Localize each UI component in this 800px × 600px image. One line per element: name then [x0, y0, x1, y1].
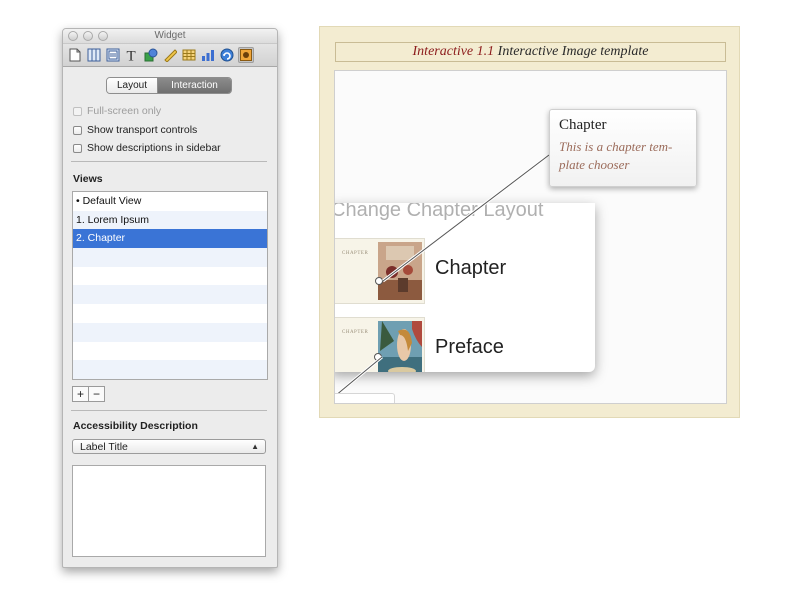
tab-layout[interactable]: Layout [107, 78, 158, 93]
ruler-icon[interactable] [162, 47, 178, 63]
add-remove-control: + − [72, 386, 105, 402]
transport-controls-checkbox[interactable]: Show transport controls [73, 124, 197, 136]
empty-row [73, 342, 267, 361]
callout-title: Chapter [559, 117, 607, 133]
graphic-icon[interactable] [143, 47, 159, 63]
metrics-icon[interactable] [105, 47, 121, 63]
table-icon[interactable] [181, 47, 197, 63]
checkbox-box[interactable] [73, 106, 82, 116]
empty-row [73, 248, 267, 267]
fullscreen-label: Full-screen only [87, 105, 162, 117]
accessibility-popup-value: Label Title [80, 440, 128, 453]
transport-controls-label: Show transport controls [87, 124, 198, 136]
list-item[interactable]: • Default View [73, 192, 267, 211]
accessibility-popup[interactable]: Label Title ▲ [72, 439, 266, 454]
chart-icon[interactable] [200, 47, 216, 63]
columns-icon[interactable] [86, 47, 102, 63]
empty-row [73, 285, 267, 305]
empty-row [73, 322, 267, 342]
widget-preview: Interactive 1.1 Interactive Image templa… [319, 26, 740, 418]
updown-arrows-icon: ▲ [251, 442, 259, 451]
views-list[interactable]: • Default View 1. Lorem Ipsum 2. Chapter [72, 191, 268, 380]
sidebar-descriptions-checkbox[interactable]: Show descriptions in sidebar [73, 142, 221, 154]
window-title: Widget [154, 30, 186, 41]
widget-icon[interactable] [238, 47, 254, 63]
empty-row [73, 360, 267, 379]
empty-row [73, 304, 267, 323]
widget-title-text: Interactive Image template [494, 44, 649, 59]
list-item-selected[interactable]: 2. Chapter [73, 229, 267, 249]
text-icon[interactable]: T [124, 47, 140, 63]
checkbox-box[interactable] [73, 143, 82, 153]
inspector-tabs: Layout Interaction [106, 77, 232, 94]
inspector-toolbar: T [63, 44, 277, 67]
views-heading: Views [73, 173, 103, 185]
link-icon[interactable] [219, 47, 235, 63]
divider [71, 161, 267, 162]
add-view-button[interactable]: + [73, 387, 88, 401]
widget-inspector: Widget T Layout Interaction Full-screen … [62, 28, 278, 568]
list-item[interactable]: 1. Lorem Ipsum [73, 210, 267, 230]
accessibility-heading: Accessibility Description [73, 420, 198, 432]
remove-view-button[interactable]: − [88, 387, 104, 401]
svg-text:T: T [127, 49, 136, 63]
sidebar-descriptions-label: Show descriptions in sidebar [87, 142, 221, 154]
image-stage[interactable]: Change Chapter Layout CHAPTER Chapter CH… [334, 70, 727, 404]
tab-stub [335, 393, 395, 403]
widget-title-number: Interactive 1.1 [412, 44, 495, 59]
callout-description: This is a chapter tem-plate chooser [559, 139, 673, 172]
checkbox-box[interactable] [73, 125, 82, 135]
tab-interaction[interactable]: Interaction [158, 78, 231, 93]
title-bar: Widget [63, 29, 277, 44]
widget-title[interactable]: Interactive 1.1 Interactive Image templa… [335, 42, 726, 62]
fullscreen-checkbox[interactable]: Full-screen only [73, 105, 161, 117]
divider [71, 410, 267, 411]
document-icon[interactable] [67, 47, 83, 63]
empty-row [73, 267, 267, 286]
description-textarea[interactable] [72, 465, 266, 557]
chapter-callout[interactable]: Chapter This is a chapter tem-plate choo… [549, 109, 697, 187]
